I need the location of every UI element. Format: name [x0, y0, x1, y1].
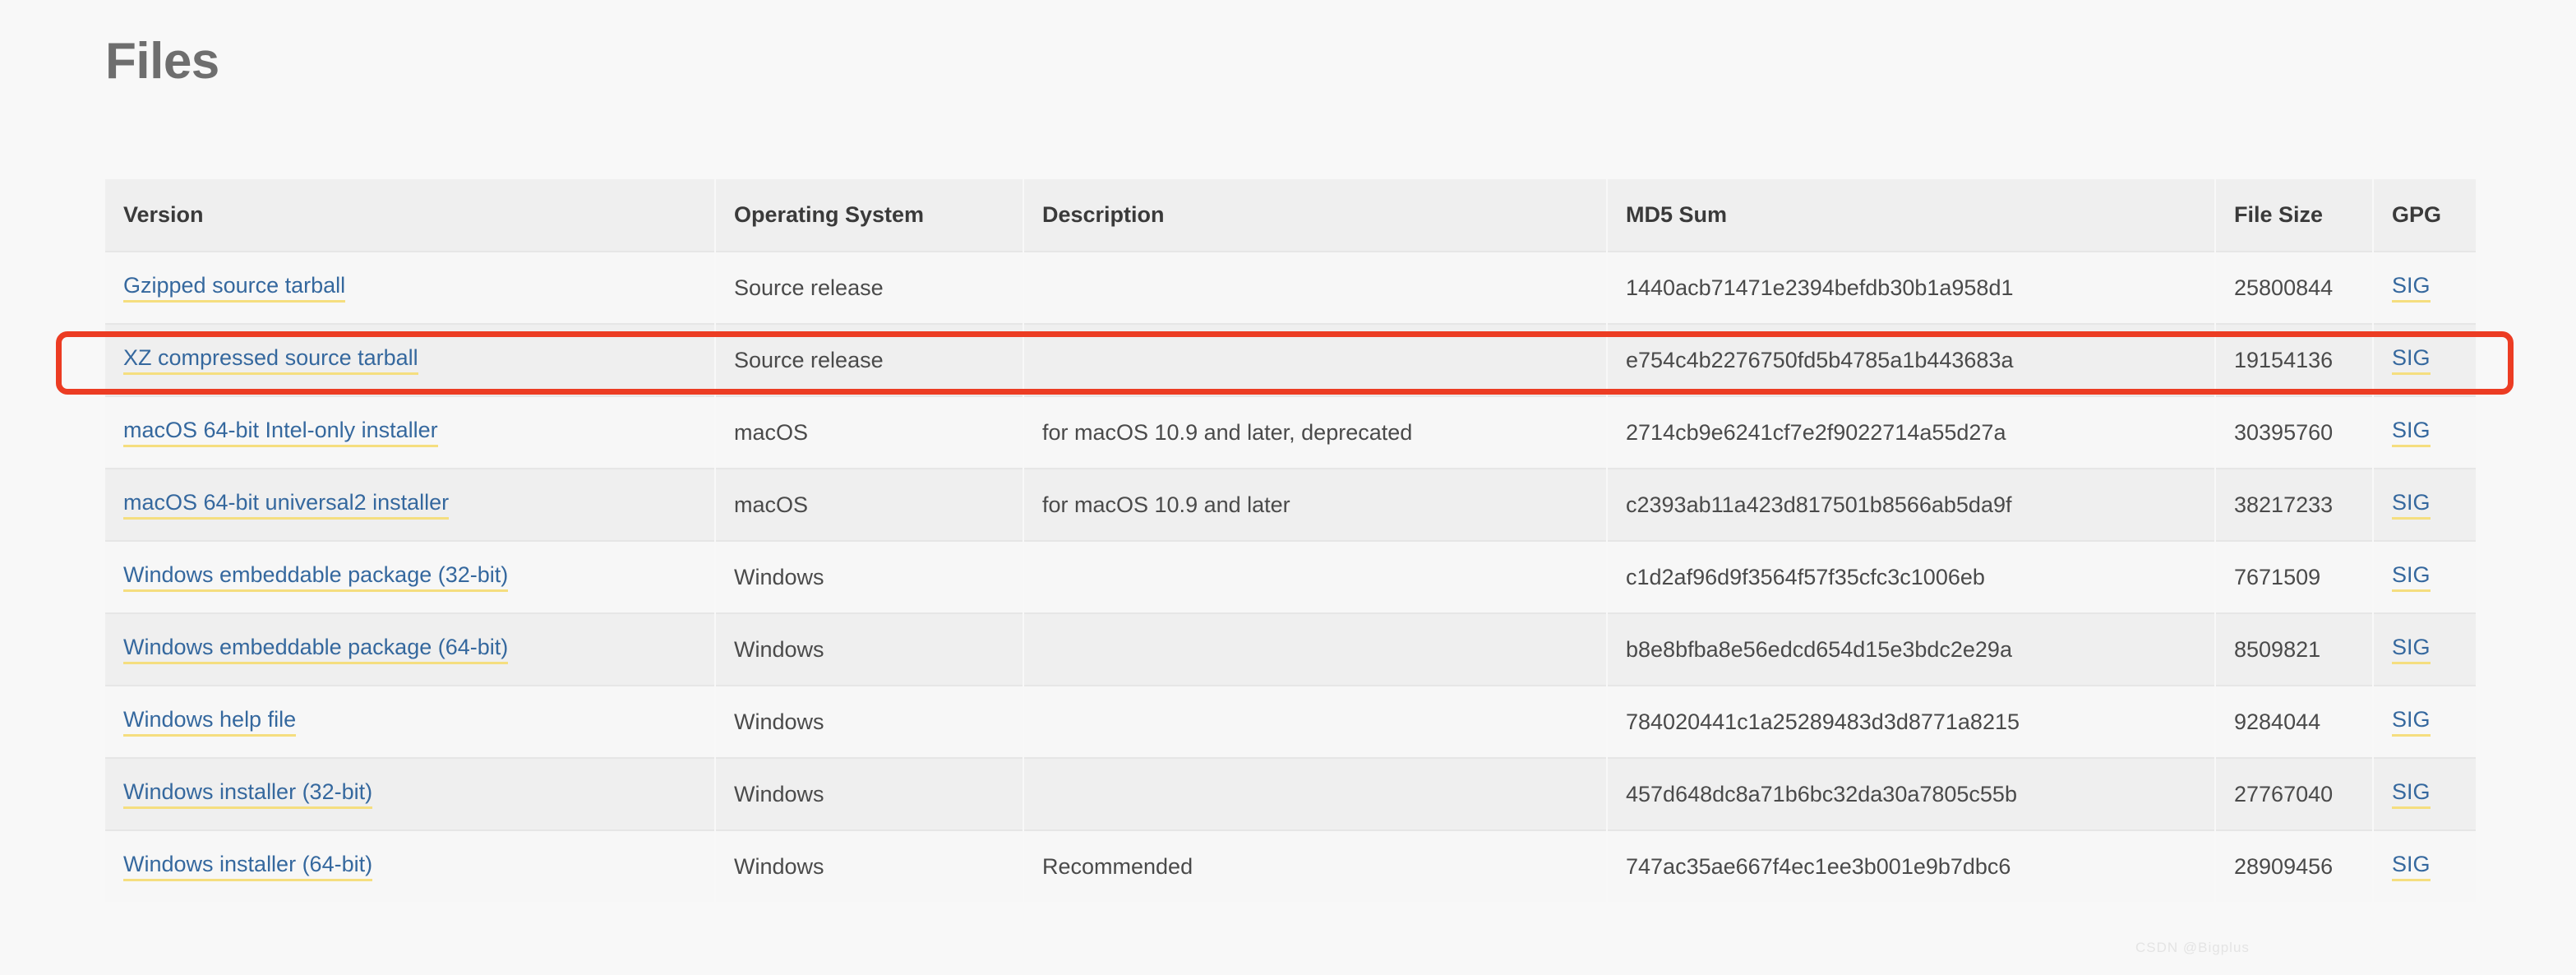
- cell-gpg: SIG: [2373, 541, 2476, 613]
- files-table-container: Version Operating System Description MD5…: [105, 179, 2476, 902]
- cell-gpg: SIG: [2373, 758, 2476, 830]
- cell-version: Windows installer (64-bit): [105, 830, 715, 902]
- table-row: Windows installer (32-bit) Windows 457d648…: [105, 758, 2476, 830]
- cell-file-size: 9284044: [2215, 686, 2373, 758]
- cell-md5-sum: e754c4b2276750fd5b4785a1b443683a: [1607, 324, 2215, 396]
- cell-operating-system: Windows: [715, 686, 1023, 758]
- cell-md5-sum: 1440acb71471e2394befdb30b1a958d1: [1607, 252, 2215, 324]
- cell-md5-sum: 747ac35ae667f4ec1ee3b001e9b7dbc6: [1607, 830, 2215, 902]
- cell-operating-system: Windows: [715, 613, 1023, 686]
- cell-version: Windows help file: [105, 686, 715, 758]
- cell-description: [1023, 324, 1607, 396]
- gpg-signature-link[interactable]: SIG: [2392, 274, 2431, 302]
- version-download-link[interactable]: Windows installer (32-bit): [123, 780, 372, 808]
- cell-version: XZ compressed source tarball: [105, 324, 715, 396]
- gpg-signature-link[interactable]: SIG: [2392, 708, 2431, 736]
- page-title: Files: [105, 36, 219, 87]
- cell-description: for macOS 10.9 and later, deprecated: [1023, 396, 1607, 469]
- cell-gpg: SIG: [2373, 830, 2476, 902]
- version-download-link[interactable]: Windows installer (64-bit): [123, 853, 372, 880]
- cell-file-size: 38217233: [2215, 469, 2373, 541]
- table-row: macOS 64-bit universal2 installer macOSfo…: [105, 469, 2476, 541]
- column-header-gpg: GPG: [2373, 179, 2476, 252]
- column-header-file-size: File Size: [2215, 179, 2373, 252]
- cell-md5-sum: 784020441c1a25289483d3d8771a8215: [1607, 686, 2215, 758]
- cell-description: [1023, 686, 1607, 758]
- cell-md5-sum: 457d648dc8a71b6bc32da30a7805c55b: [1607, 758, 2215, 830]
- cell-file-size: 19154136: [2215, 324, 2373, 396]
- cell-version: macOS 64-bit Intel-only installer: [105, 396, 715, 469]
- column-header-description: Description: [1023, 179, 1607, 252]
- cell-version: Windows embeddable package (32-bit): [105, 541, 715, 613]
- cell-md5-sum: b8e8bfba8e56edcd654d15e3bdc2e29a: [1607, 613, 2215, 686]
- cell-md5-sum: c1d2af96d9f3564f57f35cfc3c1006eb: [1607, 541, 2215, 613]
- cell-operating-system: Windows: [715, 830, 1023, 902]
- table-body: Gzipped source tarball Source release 1440…: [105, 252, 2476, 902]
- cell-operating-system: Source release: [715, 324, 1023, 396]
- cell-gpg: SIG: [2373, 396, 2476, 469]
- cell-description: [1023, 252, 1607, 324]
- cell-description: [1023, 541, 1607, 613]
- cell-description: Recommended: [1023, 830, 1607, 902]
- cell-md5-sum: c2393ab11a423d817501b8566ab5da9f: [1607, 469, 2215, 541]
- cell-file-size: 28909456: [2215, 830, 2373, 902]
- files-table: Version Operating System Description MD5…: [105, 179, 2476, 902]
- cell-operating-system: macOS: [715, 469, 1023, 541]
- cell-operating-system: Windows: [715, 758, 1023, 830]
- column-header-operating-system: Operating System: [715, 179, 1023, 252]
- version-download-link[interactable]: Gzipped source tarball: [123, 274, 345, 302]
- cell-file-size: 30395760: [2215, 396, 2373, 469]
- column-header-md5-sum: MD5 Sum: [1607, 179, 2215, 252]
- cell-gpg: SIG: [2373, 469, 2476, 541]
- gpg-signature-link[interactable]: SIG: [2392, 491, 2431, 519]
- cell-operating-system: macOS: [715, 396, 1023, 469]
- cell-version: Windows embeddable package (64-bit): [105, 613, 715, 686]
- version-download-link[interactable]: macOS 64-bit universal2 installer: [123, 491, 449, 519]
- cell-file-size: 8509821: [2215, 613, 2373, 686]
- gpg-signature-link[interactable]: SIG: [2392, 635, 2431, 663]
- gpg-signature-link[interactable]: SIG: [2392, 346, 2431, 374]
- table-row: Windows embeddable package (64-bit) Windo…: [105, 613, 2476, 686]
- version-download-link[interactable]: Windows embeddable package (32-bit): [123, 563, 508, 591]
- table-row: Windows installer (64-bit) WindowsRecomme…: [105, 830, 2476, 902]
- table-row: macOS 64-bit Intel-only installer macOSfo…: [105, 396, 2476, 469]
- cell-gpg: SIG: [2373, 252, 2476, 324]
- gpg-signature-link[interactable]: SIG: [2392, 418, 2431, 446]
- version-download-link[interactable]: Windows help file: [123, 708, 296, 736]
- version-download-link[interactable]: Windows embeddable package (64-bit): [123, 635, 508, 663]
- cell-version: macOS 64-bit universal2 installer: [105, 469, 715, 541]
- cell-gpg: SIG: [2373, 686, 2476, 758]
- cell-gpg: SIG: [2373, 613, 2476, 686]
- table-row: Windows help file Windows 784020441c1a2528…: [105, 686, 2476, 758]
- table-header: Version Operating System Description MD5…: [105, 179, 2476, 252]
- version-download-link[interactable]: macOS 64-bit Intel-only installer: [123, 418, 438, 446]
- cell-description: for macOS 10.9 and later: [1023, 469, 1607, 541]
- cell-version: Gzipped source tarball: [105, 252, 715, 324]
- watermark: CSDN @Bigplus: [2135, 940, 2250, 956]
- gpg-signature-link[interactable]: SIG: [2392, 563, 2431, 591]
- cell-file-size: 27767040: [2215, 758, 2373, 830]
- gpg-signature-link[interactable]: SIG: [2392, 780, 2431, 808]
- table-row: Windows embeddable package (32-bit) Windo…: [105, 541, 2476, 613]
- cell-version: Windows installer (32-bit): [105, 758, 715, 830]
- table-row: XZ compressed source tarball Source relea…: [105, 324, 2476, 396]
- cell-file-size: 7671509: [2215, 541, 2373, 613]
- version-download-link[interactable]: XZ compressed source tarball: [123, 346, 418, 374]
- table-header-row: Version Operating System Description MD5…: [105, 179, 2476, 252]
- cell-description: [1023, 613, 1607, 686]
- cell-gpg: SIG: [2373, 324, 2476, 396]
- gpg-signature-link[interactable]: SIG: [2392, 853, 2431, 880]
- column-header-version: Version: [105, 179, 715, 252]
- cell-md5-sum: 2714cb9e6241cf7e2f9022714a55d27a: [1607, 396, 2215, 469]
- cell-operating-system: Source release: [715, 252, 1023, 324]
- cell-file-size: 25800844: [2215, 252, 2373, 324]
- table-row: Gzipped source tarball Source release 1440…: [105, 252, 2476, 324]
- cell-description: [1023, 758, 1607, 830]
- cell-operating-system: Windows: [715, 541, 1023, 613]
